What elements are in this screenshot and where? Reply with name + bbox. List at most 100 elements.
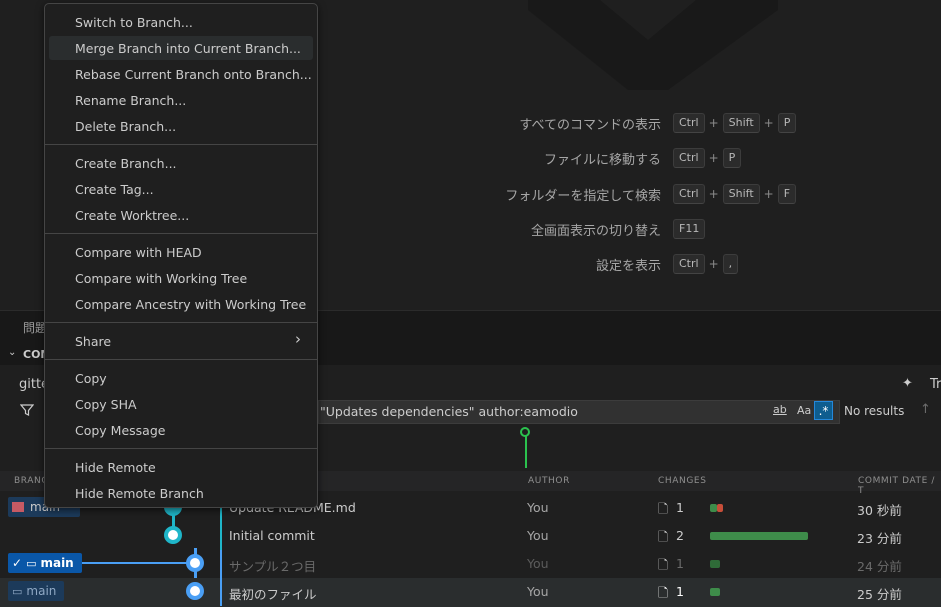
file-icon: 🗋: [658, 557, 669, 572]
filter-icon[interactable]: [20, 403, 34, 417]
menu-item-compare-working-tree[interactable]: Compare with Working Tree: [49, 266, 313, 290]
menu-item-merge-branch[interactable]: Merge Branch into Current Branch...: [49, 36, 313, 60]
match-whole-word-toggle[interactable]: ab: [773, 403, 787, 416]
command-label: ファイルに移動する: [543, 152, 661, 168]
chevron-right-icon: ›: [295, 330, 301, 348]
branch-connector: [82, 562, 188, 564]
wip-line: [525, 432, 527, 468]
command-row-fullscreen: 全画面表示の切り替え F11: [430, 218, 850, 240]
changes-count: 1: [676, 556, 684, 571]
branch-badge-current[interactable]: ✓ ▭ main: [8, 553, 82, 573]
menu-item-create-branch[interactable]: Create Branch...: [49, 151, 313, 175]
key: P: [722, 148, 742, 168]
branch-context-menu: Switch to Branch... Merge Branch into Cu…: [44, 3, 318, 508]
menu-item-create-tag[interactable]: Create Tag...: [49, 177, 313, 201]
branch-badge-remote[interactable]: ▭ main: [8, 581, 64, 601]
command-label: 設定を表示: [595, 258, 661, 274]
avatar: [12, 502, 24, 512]
regex-toggle-icon[interactable]: .*: [814, 401, 833, 420]
commit-author: You: [527, 584, 549, 599]
column-author[interactable]: AUTHOR: [528, 476, 570, 486]
search-result-count: No results: [844, 404, 905, 418]
menu-item-hide-remote-branch[interactable]: Hide Remote Branch: [49, 481, 313, 505]
commit-node: [186, 582, 204, 600]
menu-separator: [45, 322, 317, 323]
key: Ctrl: [673, 254, 705, 274]
command-label: フォルダーを指定して検索: [505, 188, 661, 204]
commit-date: 23 分前: [857, 531, 902, 546]
key: Ctrl: [673, 148, 705, 168]
command-row-settings: 設定を表示 Ctrl + ,: [430, 253, 850, 275]
additions-bar: [710, 504, 717, 512]
commit-message: 最初のファイル: [229, 587, 317, 602]
commit-message: Initial commit: [229, 528, 315, 543]
key: F11: [673, 219, 706, 239]
table-row[interactable]: Initial commit You 🗋 2 23 分前: [0, 522, 941, 550]
commit-author: You: [527, 556, 549, 571]
changes-count: 1: [676, 500, 684, 515]
menu-item-switch-to-branch[interactable]: Switch to Branch...: [49, 10, 313, 34]
chevron-down-icon: ⌄: [8, 347, 17, 358]
computer-icon: ▭: [12, 584, 23, 598]
arrow-up-icon[interactable]: ↑: [920, 402, 931, 417]
commit-node: [164, 526, 182, 544]
table-row[interactable]: ✓ ▭ main サンプル２つ目 You 🗋 1 24 分前: [0, 550, 941, 578]
commit-date: 30 秒前: [857, 503, 902, 518]
branch-label: main: [26, 584, 57, 598]
menu-item-delete-branch[interactable]: Delete Branch...: [49, 114, 313, 138]
file-icon: 🗋: [658, 501, 669, 516]
menu-item-copy[interactable]: Copy: [49, 366, 313, 390]
menu-item-hide-remote[interactable]: Hide Remote: [49, 455, 313, 479]
match-case-toggle[interactable]: Aa: [797, 404, 811, 417]
search-query-text[interactable]: "Updates dependencies" author:eamodio: [320, 404, 578, 419]
key: ,: [722, 254, 739, 274]
menu-item-compare-head[interactable]: Compare with HEAD: [49, 240, 313, 264]
additions-bar: [710, 532, 808, 540]
commit-message: サンプル２つ目: [229, 559, 317, 574]
key: Ctrl: [673, 113, 705, 133]
commit-author: You: [527, 528, 549, 543]
menu-item-rebase-branch[interactable]: Rebase Current Branch onto Branch...: [49, 62, 313, 86]
key: Ctrl: [673, 184, 705, 204]
computer-icon: ▭: [26, 556, 37, 570]
changes-count: 1: [676, 584, 684, 599]
menu-separator: [45, 233, 317, 234]
menu-item-share[interactable]: Share ›: [49, 329, 313, 353]
sparkle-icon[interactable]: ✦: [902, 376, 913, 391]
command-label: 全画面表示の切り替え: [530, 223, 661, 239]
menu-item-copy-message[interactable]: Copy Message: [49, 418, 313, 442]
changes-count: 2: [676, 528, 684, 543]
menu-separator: [45, 448, 317, 449]
key: F: [777, 184, 797, 204]
menu-separator: [45, 144, 317, 145]
row-lane-marker: [220, 550, 222, 578]
additions-bar: [710, 560, 720, 568]
column-commit-date[interactable]: COMMIT DATE / T: [858, 476, 941, 496]
commit-date: 25 分前: [857, 587, 902, 602]
menu-item-create-worktree[interactable]: Create Worktree...: [49, 203, 313, 227]
key: P: [777, 113, 797, 133]
column-changes[interactable]: CHANGES: [658, 476, 707, 486]
menu-separator: [45, 359, 317, 360]
commit-date: 24 分前: [857, 559, 902, 574]
command-row-find-in-folder: フォルダーを指定して検索 Ctrl + Shift + F: [430, 183, 850, 205]
table-row[interactable]: ▭ main 最初のファイル You 🗋 1 25 分前: [0, 578, 941, 606]
command-row-go-to-file: ファイルに移動する Ctrl + P: [430, 147, 850, 169]
commit-author: You: [527, 500, 549, 515]
branch-label: main: [40, 556, 74, 570]
menu-item-compare-ancestry[interactable]: Compare Ancestry with Working Tree: [49, 292, 313, 316]
menu-item-copy-sha[interactable]: Copy SHA: [49, 392, 313, 416]
vscode-watermark-logo: [528, 0, 778, 90]
additions-bar: [710, 588, 720, 596]
key: Shift: [722, 184, 760, 204]
deletions-bar: [717, 504, 723, 512]
file-icon: 🗋: [658, 585, 669, 600]
commit-node: [186, 554, 204, 572]
command-row-show-all: すべてのコマンドの表示 Ctrl + Shift + P: [430, 112, 850, 134]
key: Shift: [722, 113, 760, 133]
command-label: すべてのコマンドの表示: [519, 117, 661, 133]
menu-item-rename-branch[interactable]: Rename Branch...: [49, 88, 313, 112]
wip-node: [520, 427, 530, 437]
file-icon: 🗋: [658, 529, 669, 544]
toolbar-truncated-label[interactable]: Tr: [930, 377, 941, 392]
